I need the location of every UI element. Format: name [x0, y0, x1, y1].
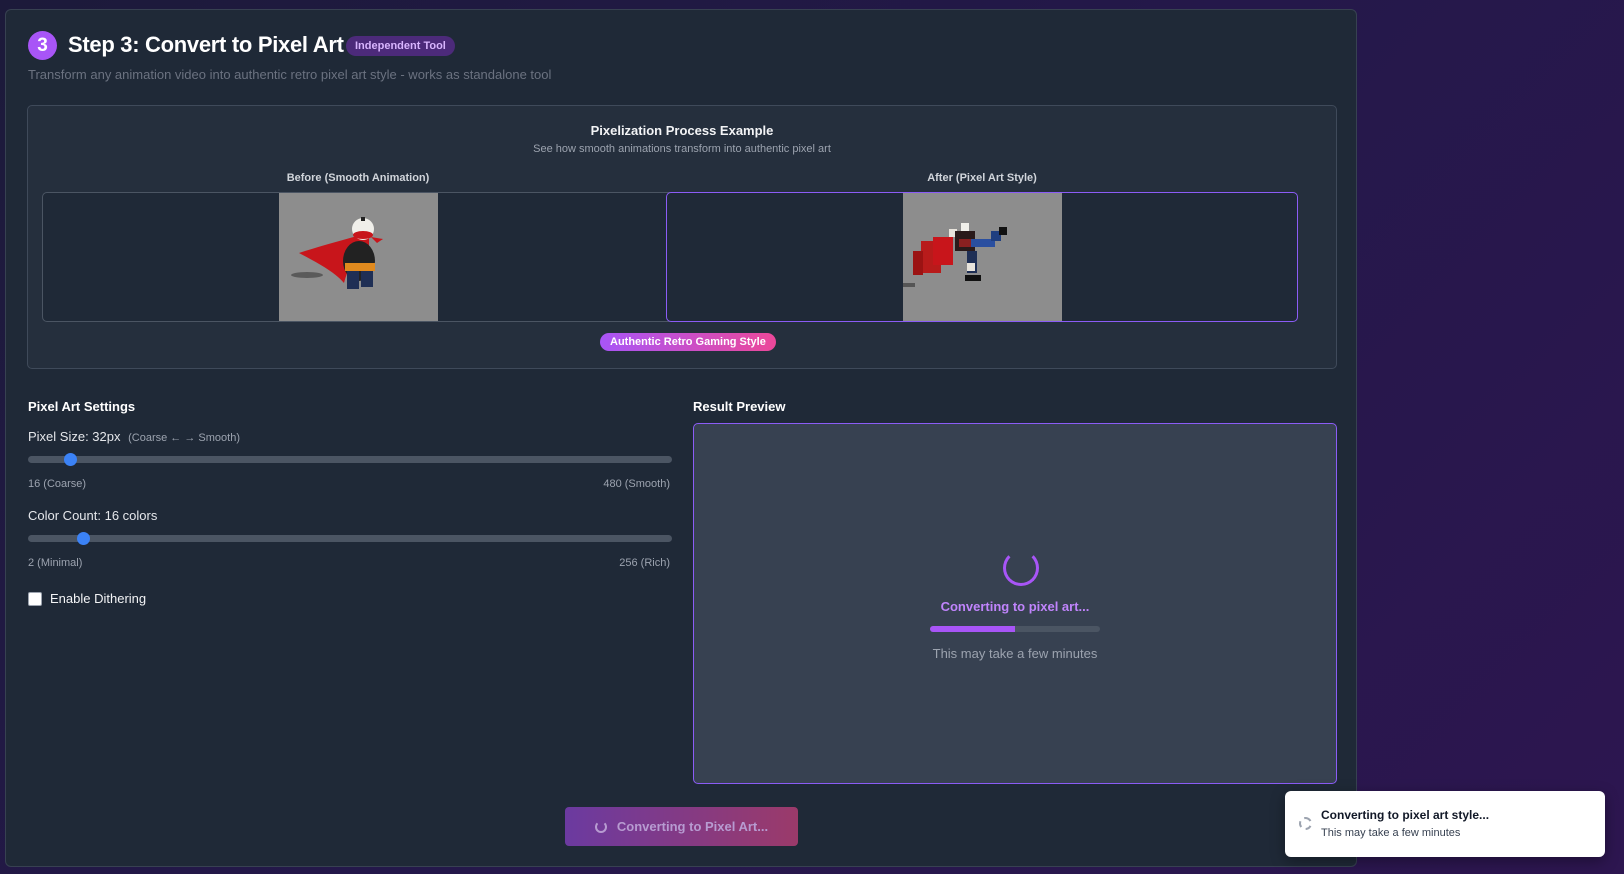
- loading-spinner-icon: [1003, 550, 1039, 586]
- convert-button-label: Converting to Pixel Art...: [616, 819, 769, 834]
- before-caption: Before (Smooth Animation): [286, 172, 430, 184]
- dithering-label[interactable]: Enable Dithering: [50, 591, 146, 606]
- conversion-progress-fill: [930, 626, 1015, 632]
- toast-spinner-icon: [1299, 817, 1312, 830]
- settings-title: Pixel Art Settings: [28, 399, 136, 414]
- dithering-checkbox[interactable]: [28, 592, 42, 606]
- pixel-size-slider[interactable]: [28, 453, 672, 466]
- color-count-slider-thumb[interactable]: [76, 532, 90, 545]
- after-pixel-art-image: [903, 193, 1062, 321]
- toast-title: Converting to pixel art style...: [1321, 808, 1490, 822]
- retro-style-pill: Authentic Retro Gaming Style: [600, 333, 776, 351]
- result-preview-area: Converting to pixel art... This may take…: [693, 423, 1337, 784]
- pixelization-example-card: Pixelization Process Example See how smo…: [27, 105, 1337, 369]
- after-video-frame: [666, 192, 1298, 322]
- step-panel: 3 Step 3: Convert to Pixel Art Independe…: [5, 9, 1357, 867]
- example-title: Pixelization Process Example: [590, 123, 774, 138]
- example-subtitle: See how smooth animations transform into…: [533, 143, 831, 155]
- toast-message: This may take a few minutes: [1321, 827, 1461, 839]
- after-caption: After (Pixel Art Style): [927, 172, 1037, 184]
- conversion-progress-bar: [930, 626, 1100, 632]
- page-title: Step 3: Convert to Pixel Art: [68, 32, 344, 57]
- pixel-size-hint: (Coarse ← → Smooth): [128, 432, 240, 444]
- wait-note: This may take a few minutes: [932, 646, 1098, 661]
- pixel-size-label: Pixel Size: 32px (Coarse ← → Smooth): [28, 429, 240, 444]
- pixel-size-min-label: 16 (Coarse): [28, 478, 87, 490]
- result-preview-title: Result Preview: [693, 399, 786, 414]
- converting-status: Converting to pixel art...: [940, 599, 1090, 614]
- convert-to-pixel-art-button[interactable]: Converting to Pixel Art...: [565, 807, 798, 846]
- button-spinner-icon: [594, 820, 607, 833]
- color-count-max-label: 256 (Rich): [619, 557, 670, 569]
- toast-notification: Converting to pixel art style... This ma…: [1285, 791, 1605, 857]
- pixel-size-value-text: Pixel Size: 32px: [28, 429, 121, 444]
- color-count-label: Color Count: 16 colors: [28, 508, 158, 523]
- pixel-size-slider-thumb[interactable]: [63, 453, 77, 466]
- independent-tool-badge: Independent Tool: [346, 36, 455, 56]
- page-subtitle: Transform any animation video into authe…: [28, 67, 552, 82]
- before-animation-image: [279, 193, 438, 321]
- color-count-slider[interactable]: [28, 532, 672, 545]
- step-number-badge: 3: [28, 31, 57, 60]
- color-count-min-label: 2 (Minimal): [28, 557, 83, 569]
- before-video-frame: [42, 192, 674, 322]
- pixel-size-max-label: 480 (Smooth): [603, 478, 670, 490]
